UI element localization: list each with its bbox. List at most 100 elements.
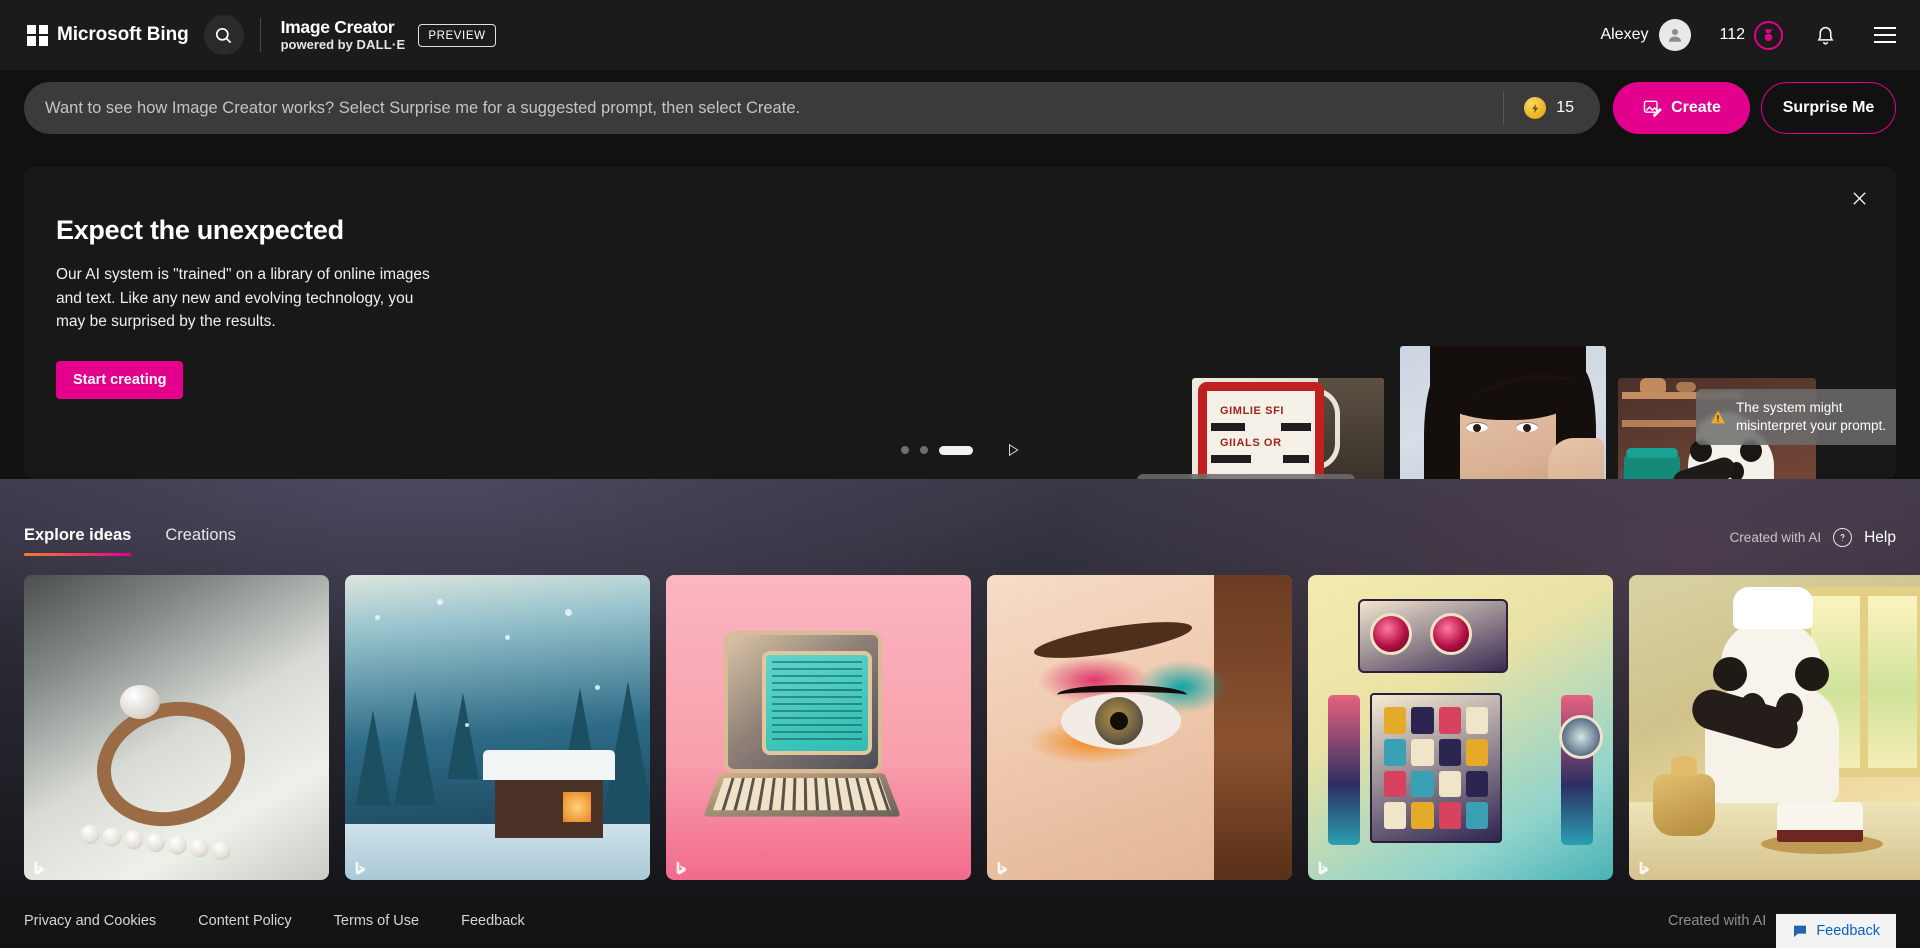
carousel-play-button[interactable] (1006, 443, 1020, 457)
avatar[interactable] (1659, 19, 1691, 51)
rewards-medal-icon (1754, 21, 1783, 50)
create-image-icon (1642, 98, 1662, 118)
carousel-dot-1[interactable] (901, 446, 909, 454)
start-creating-button[interactable]: Start creating (56, 361, 183, 399)
card-panda-baker[interactable] (1629, 575, 1920, 880)
prompt-input[interactable] (24, 99, 1503, 118)
help-link[interactable]: Help (1864, 529, 1896, 547)
snowflake (595, 685, 600, 690)
footer-link-terms[interactable]: Terms of Use (334, 913, 419, 929)
portrait-image[interactable] (1400, 346, 1606, 479)
snowflake (505, 635, 510, 640)
header-divider (260, 18, 261, 52)
hamburger-line-3 (1874, 41, 1896, 43)
microsoft-bing-logo[interactable]: Microsoft Bing (27, 24, 189, 46)
create-button[interactable]: Create (1613, 82, 1750, 134)
medal-glyph-icon (1761, 28, 1776, 43)
robot-arm-left (1328, 695, 1360, 845)
computer-keyboard (703, 773, 901, 816)
tooltip-3-label: The system might misinterpret your promp… (1736, 399, 1896, 435)
rewards-counter[interactable]: 112 (1719, 21, 1783, 50)
kitchen-jar-b (1676, 382, 1696, 392)
pump-text-line-1: GIMLIE SFI (1217, 403, 1309, 419)
pump-front-frame: GIMLIE SFI GIIALS OR GITIEE OF PAS (1198, 382, 1324, 479)
close-icon (1851, 190, 1868, 207)
footer-link-content-policy[interactable]: Content Policy (198, 913, 292, 929)
notification-bell-icon (1815, 25, 1836, 46)
robot-eye-left (1370, 613, 1412, 655)
card-retro-robot[interactable] (1308, 575, 1613, 880)
computer-screen (762, 651, 872, 755)
dalle-label: DALL·E (356, 37, 405, 52)
explore-tabs: Explore ideas Creations (24, 526, 236, 556)
panda-face (1721, 619, 1821, 707)
page-footer: Privacy and Cookies Content Policy Terms… (0, 898, 1920, 944)
card-retro-computer[interactable] (666, 575, 971, 880)
card-pearl-ring[interactable] (24, 575, 329, 880)
brand-label: Microsoft Bing (57, 24, 189, 46)
bing-watermark-icon (30, 860, 46, 876)
robot-eye-right (1430, 613, 1472, 655)
notifications-button[interactable] (1815, 25, 1836, 46)
gas-pump-image[interactable]: GIMLIE SFI GIIALS OR GITIEE OF PAS (1192, 378, 1384, 479)
computer-case (724, 631, 882, 773)
tab-explore-ideas[interactable]: Explore ideas (24, 526, 131, 556)
main-menu-button[interactable] (1874, 27, 1896, 43)
windows-squares-icon (27, 25, 48, 46)
card-eye-makeup[interactable] (987, 575, 1292, 880)
hair-left (1424, 374, 1460, 479)
pine-tree-2 (394, 691, 436, 805)
kitchen-jar-a (1640, 378, 1666, 392)
log-cabin (495, 776, 603, 838)
speech-bubble-icon (1792, 923, 1808, 939)
card-snowy-cabin[interactable] (345, 575, 650, 880)
ring-pearl (120, 685, 160, 719)
powered-by-text: powered by (281, 37, 357, 52)
prompt-bar: 15 (24, 82, 1600, 134)
carousel-indicators (24, 443, 1896, 457)
chef-hat (1733, 587, 1813, 629)
preview-badge[interactable]: PREVIEW (418, 24, 495, 47)
create-button-label: Create (1671, 99, 1721, 117)
feedback-button-label: Feedback (1816, 923, 1880, 939)
snowflake (437, 599, 443, 605)
cabin-roof (483, 750, 615, 780)
banner-close-button[interactable] (1842, 181, 1876, 215)
hair-strands (1214, 575, 1292, 880)
carousel-dot-2[interactable] (920, 446, 928, 454)
pump-bar-1 (1211, 423, 1245, 431)
question-mark-glyph-icon (1837, 532, 1848, 543)
app-subtitle: powered by DALL·E (281, 38, 406, 52)
panda-ear-left (1713, 657, 1747, 691)
footer-link-feedback[interactable]: Feedback (461, 913, 525, 929)
robot-control-panel (1384, 707, 1488, 829)
footer-created-with-ai: Created with AI (1668, 913, 1766, 929)
eye-right (1516, 422, 1538, 432)
cake (1777, 802, 1863, 842)
banner-text-block: Expect the unexpected Our AI system is "… (56, 215, 446, 399)
bing-watermark-icon (1314, 860, 1330, 876)
question-circle-icon[interactable] (1833, 528, 1852, 547)
tab-creations[interactable]: Creations (165, 526, 236, 556)
snowflake (465, 723, 469, 727)
banner-tooltip-prompt: The system might misinterpret your promp… (1696, 389, 1896, 445)
snowflake (565, 609, 572, 616)
hamburger-line-2 (1874, 34, 1896, 36)
explore-meta: Created with AI Help (1730, 528, 1896, 547)
cabin-window (563, 792, 591, 822)
play-icon (1006, 443, 1020, 457)
pine-tree-3 (447, 693, 479, 779)
header-right-cluster: Alexey 112 (1600, 19, 1896, 51)
footer-link-privacy[interactable]: Privacy and Cookies (24, 913, 156, 929)
boost-counter[interactable]: 15 (1504, 97, 1600, 119)
search-button[interactable] (204, 15, 244, 55)
surprise-me-button[interactable]: Surprise Me (1761, 82, 1896, 134)
warning-icon (1710, 410, 1726, 424)
boost-coin-icon (1524, 97, 1546, 119)
banner-heading: Expect the unexpected (56, 215, 446, 246)
robot-speaker (1559, 715, 1603, 759)
person-icon (1666, 26, 1684, 44)
pine-tree-1 (355, 710, 390, 806)
feedback-button[interactable]: Feedback (1776, 914, 1896, 948)
carousel-dot-3-active[interactable] (939, 446, 973, 455)
